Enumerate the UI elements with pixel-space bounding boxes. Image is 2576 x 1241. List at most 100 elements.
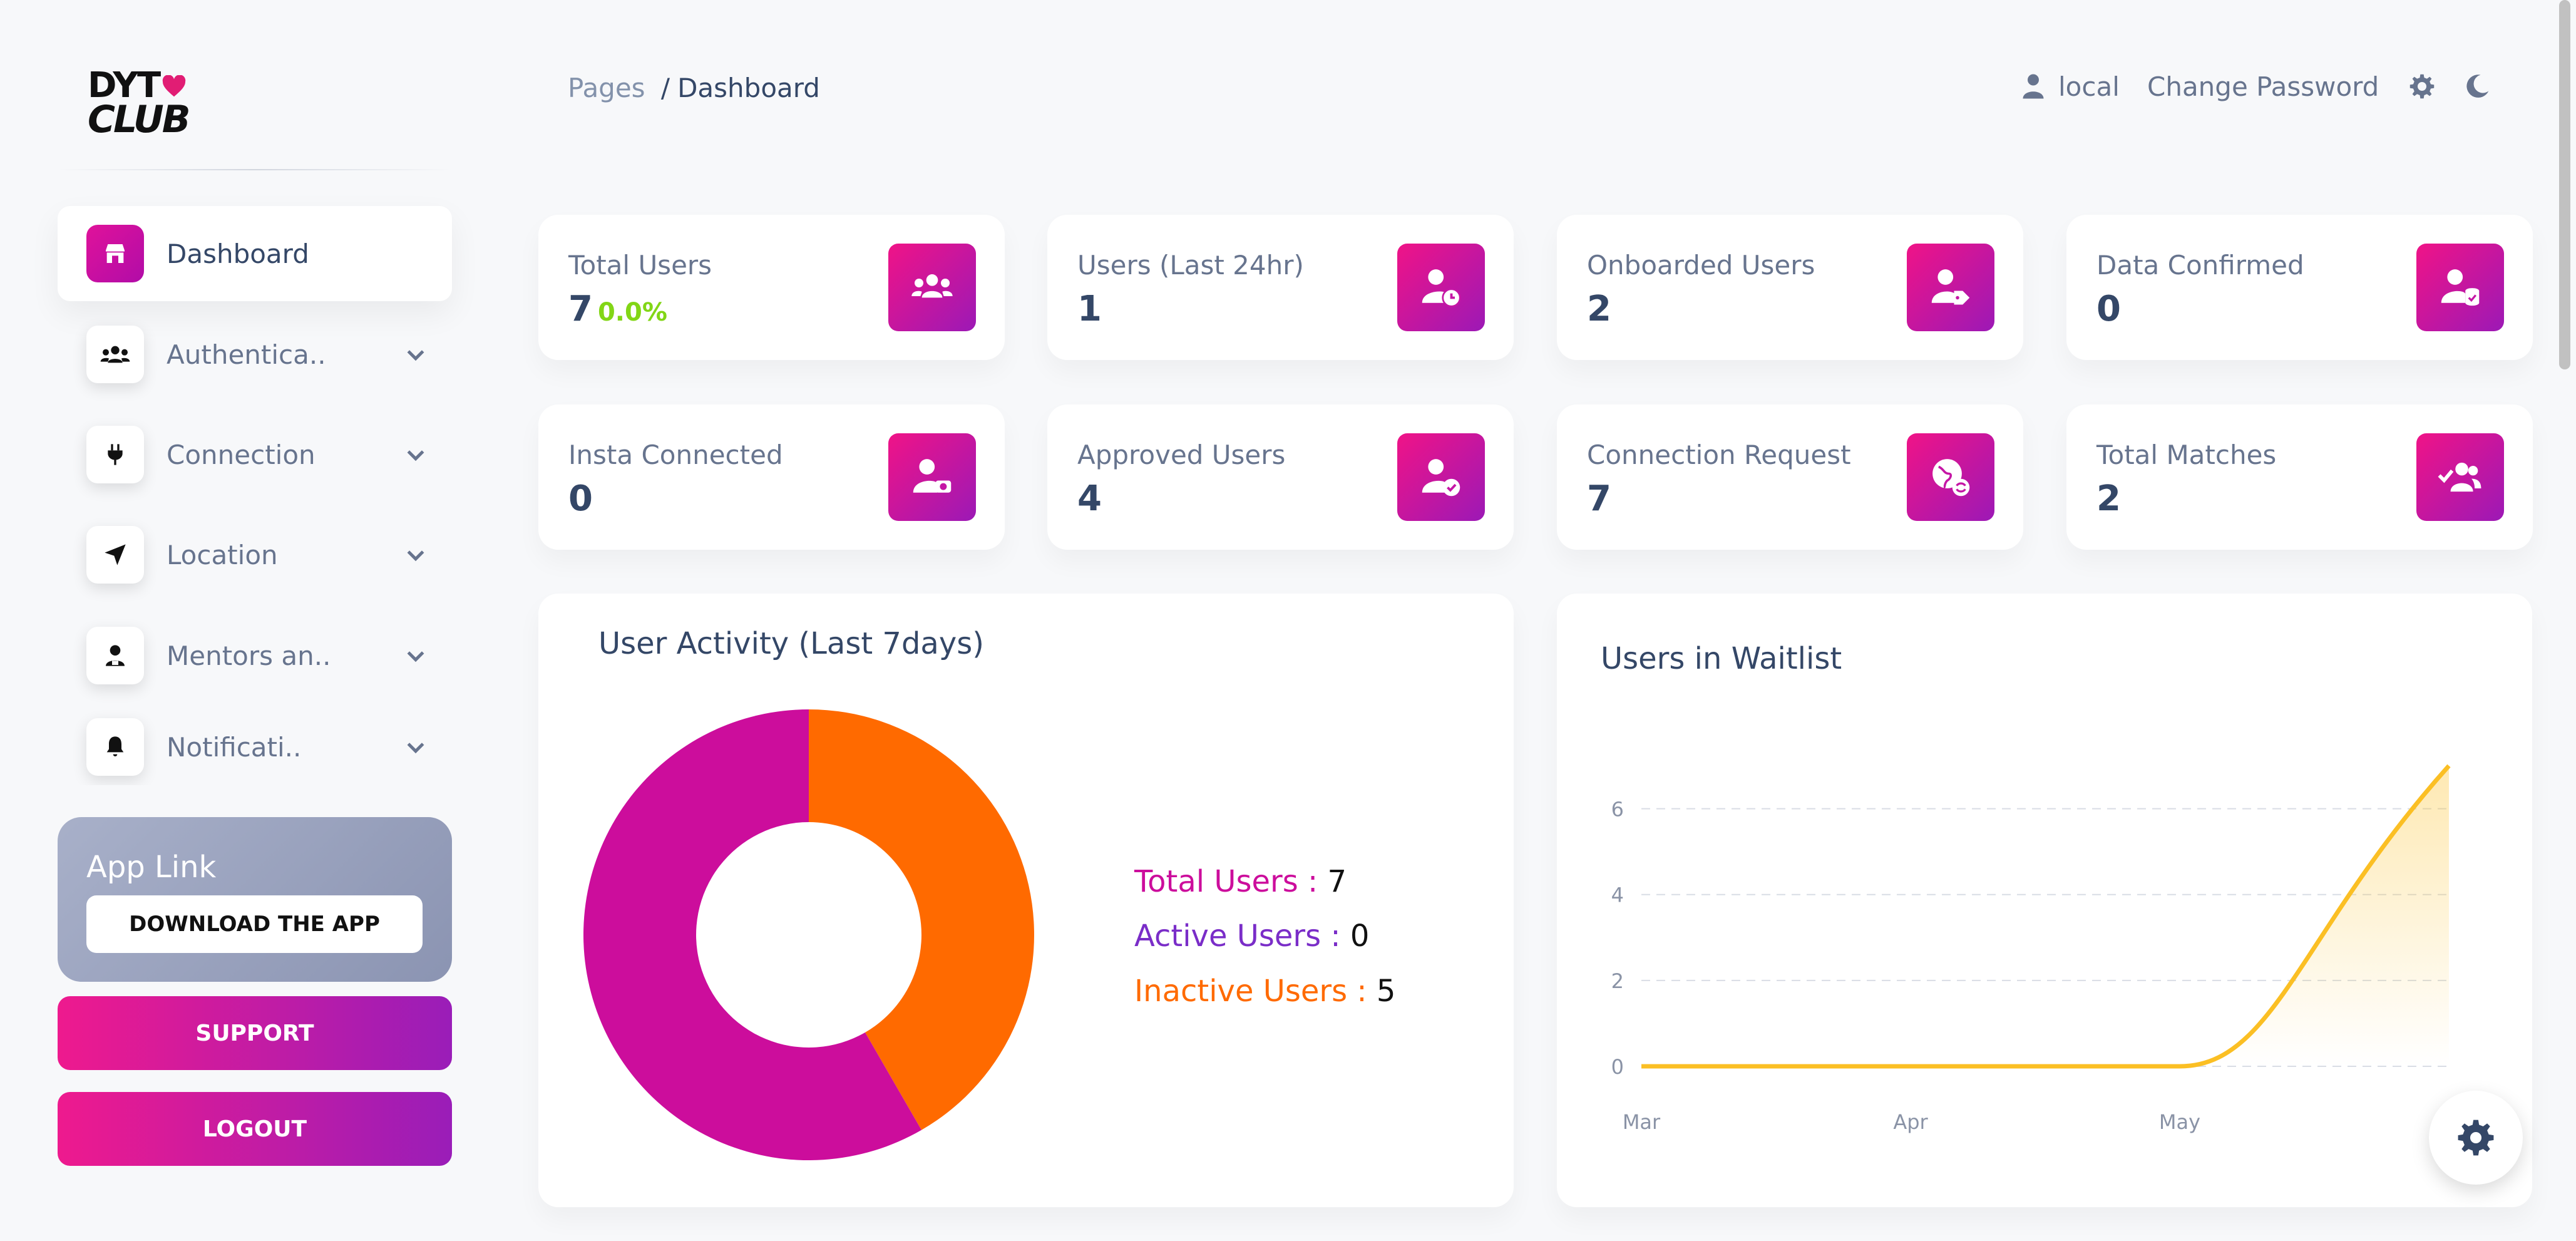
legend-value: 7 bbox=[1327, 864, 1347, 899]
sidebar-item-label: Notificati.. bbox=[167, 731, 302, 763]
x-tick-label: Apr bbox=[1893, 1110, 1928, 1134]
app-link-card: App Link DOWNLOAD THE APP bbox=[58, 817, 452, 982]
user-camera-icon bbox=[888, 433, 976, 521]
heart-icon bbox=[162, 75, 186, 97]
user-label: local bbox=[2058, 71, 2120, 102]
stat-card-users-24hr: Users (Last 24hr) 1 bbox=[1047, 215, 1514, 360]
legend-value: 0 bbox=[1350, 919, 1370, 954]
breadcrumb-pages[interactable]: Pages bbox=[568, 73, 645, 103]
settings-gear-icon[interactable] bbox=[2409, 68, 2435, 105]
stat-value: 7 0.0% bbox=[568, 289, 667, 329]
stat-card-insta-connected: Insta Connected 0 bbox=[538, 404, 1005, 550]
legend-value: 5 bbox=[1376, 974, 1396, 1009]
user-check-icon bbox=[1397, 433, 1485, 521]
waitlist-panel: Users in Waitlist 0 2 4 6 Mar Apr May bbox=[1557, 594, 2532, 1207]
users-icon bbox=[86, 326, 144, 383]
stat-value: 0 bbox=[568, 478, 593, 519]
user-tag-icon bbox=[1907, 244, 1994, 331]
stat-value: 1 bbox=[1077, 289, 1102, 329]
sidebar-item-label: Connection bbox=[167, 439, 316, 470]
app-link-title: App Link bbox=[86, 850, 217, 885]
stat-card-total-matches: Total Matches 2 bbox=[2066, 404, 2533, 550]
stat-title: Onboarded Users bbox=[1587, 250, 1815, 281]
chevron-down-icon[interactable] bbox=[403, 643, 428, 668]
legend-active-users: Active Users : 0 bbox=[1134, 919, 1369, 954]
y-tick-label: 6 bbox=[1611, 798, 1624, 821]
sidebar-item-mentors[interactable]: Mentors an.. bbox=[58, 608, 452, 703]
logo[interactable]: DYT CLUB bbox=[88, 68, 200, 142]
stat-card-connection-request: Connection Request 7 bbox=[1557, 404, 2023, 550]
legend-inactive-users: Inactive Users : 5 bbox=[1134, 974, 1395, 1009]
stat-number: 7 bbox=[568, 289, 593, 329]
user-activity-title: User Activity (Last 7days) bbox=[598, 626, 984, 661]
logout-button[interactable]: LOGOUT bbox=[58, 1092, 452, 1166]
user-tie-icon bbox=[86, 627, 144, 684]
y-tick-label: 2 bbox=[1611, 969, 1624, 993]
user-activity-panel: User Activity (Last 7days) bbox=[538, 594, 1514, 1207]
stat-card-total-users: Total Users 7 0.0% bbox=[538, 215, 1005, 360]
legend-total-users: Total Users : 7 bbox=[1134, 864, 1347, 899]
stat-title: Approved Users bbox=[1077, 440, 1286, 470]
legend-label: Active Users : bbox=[1134, 919, 1341, 954]
y-tick-label: 0 bbox=[1611, 1055, 1624, 1079]
sidebar: DYT CLUB Dashboard Authentica.. Connecti… bbox=[0, 0, 504, 1241]
bell-icon bbox=[86, 718, 144, 776]
change-password-link[interactable]: Change Password bbox=[2147, 68, 2379, 105]
sidebar-item-label: Location bbox=[167, 539, 278, 570]
user-clock-icon bbox=[1397, 244, 1485, 331]
breadcrumb: Pages / Dashboard bbox=[568, 73, 820, 103]
legend-label: Total Users : bbox=[1134, 864, 1318, 899]
stat-title: Connection Request bbox=[1587, 440, 1851, 470]
stat-value: 7 bbox=[1587, 478, 1611, 519]
sidebar-item-label: Authentica.. bbox=[167, 339, 326, 370]
stat-value: 0 bbox=[2096, 289, 2121, 329]
stat-card-data-confirmed: Data Confirmed 0 bbox=[2066, 215, 2533, 360]
users-check-icon bbox=[2416, 433, 2504, 521]
sidebar-item-authentication[interactable]: Authentica.. bbox=[58, 307, 452, 402]
user-database-icon bbox=[2416, 244, 2504, 331]
user-activity-donut-chart bbox=[583, 709, 1034, 1160]
sidebar-item-notifications[interactable]: Notificati.. bbox=[58, 709, 452, 785]
x-tick-label: Mar bbox=[1623, 1110, 1661, 1134]
chevron-down-icon[interactable] bbox=[403, 442, 428, 467]
waitlist-area-fill bbox=[1641, 766, 2449, 1066]
stat-value: 2 bbox=[2096, 478, 2121, 519]
stat-percentage: 0.0% bbox=[597, 298, 667, 327]
logo-line2: CLUB bbox=[88, 98, 190, 142]
user-menu[interactable]: local bbox=[2022, 68, 2120, 105]
page-scrollbar[interactable] bbox=[2559, 0, 2570, 369]
chevron-down-icon[interactable] bbox=[403, 734, 428, 760]
dark-mode-moon-icon[interactable] bbox=[2463, 68, 2491, 105]
stat-title: Total Matches bbox=[2096, 440, 2277, 470]
y-tick-label: 4 bbox=[1611, 883, 1624, 907]
globe-sync-icon bbox=[1907, 433, 1994, 521]
sidebar-item-label: Mentors an.. bbox=[167, 640, 331, 671]
waitlist-line-chart: 0 2 4 6 Mar Apr May bbox=[1611, 764, 2451, 1134]
download-app-button[interactable]: DOWNLOAD THE APP bbox=[86, 895, 423, 953]
plug-icon bbox=[86, 426, 144, 483]
chevron-down-icon[interactable] bbox=[403, 542, 428, 567]
configurator-gear-button[interactable] bbox=[2429, 1091, 2523, 1185]
sidebar-item-label: Dashboard bbox=[167, 238, 309, 269]
store-icon bbox=[86, 225, 144, 282]
user-icon bbox=[2023, 74, 2044, 99]
sidebar-divider bbox=[58, 169, 452, 170]
breadcrumb-current: Dashboard bbox=[677, 73, 820, 103]
legend-label: Inactive Users : bbox=[1134, 974, 1367, 1009]
sidebar-item-connection[interactable]: Connection bbox=[58, 407, 452, 502]
sidebar-item-dashboard[interactable]: Dashboard bbox=[58, 206, 452, 301]
stat-title: Total Users bbox=[568, 250, 712, 281]
chevron-down-icon[interactable] bbox=[403, 342, 428, 367]
stat-title: Users (Last 24hr) bbox=[1077, 250, 1304, 281]
location-arrow-icon bbox=[86, 526, 144, 584]
stat-card-approved-users: Approved Users 4 bbox=[1047, 404, 1514, 550]
support-button[interactable]: SUPPORT bbox=[58, 996, 452, 1070]
stat-value: 2 bbox=[1587, 289, 1611, 329]
users-group-icon bbox=[888, 244, 976, 331]
gear-icon bbox=[2458, 1120, 2494, 1156]
x-tick-label: May bbox=[2159, 1110, 2200, 1134]
breadcrumb-separator: / bbox=[660, 73, 670, 103]
stat-title: Data Confirmed bbox=[2096, 250, 2304, 281]
stat-card-onboarded-users: Onboarded Users 2 bbox=[1557, 215, 2023, 360]
sidebar-item-location[interactable]: Location bbox=[58, 507, 452, 602]
